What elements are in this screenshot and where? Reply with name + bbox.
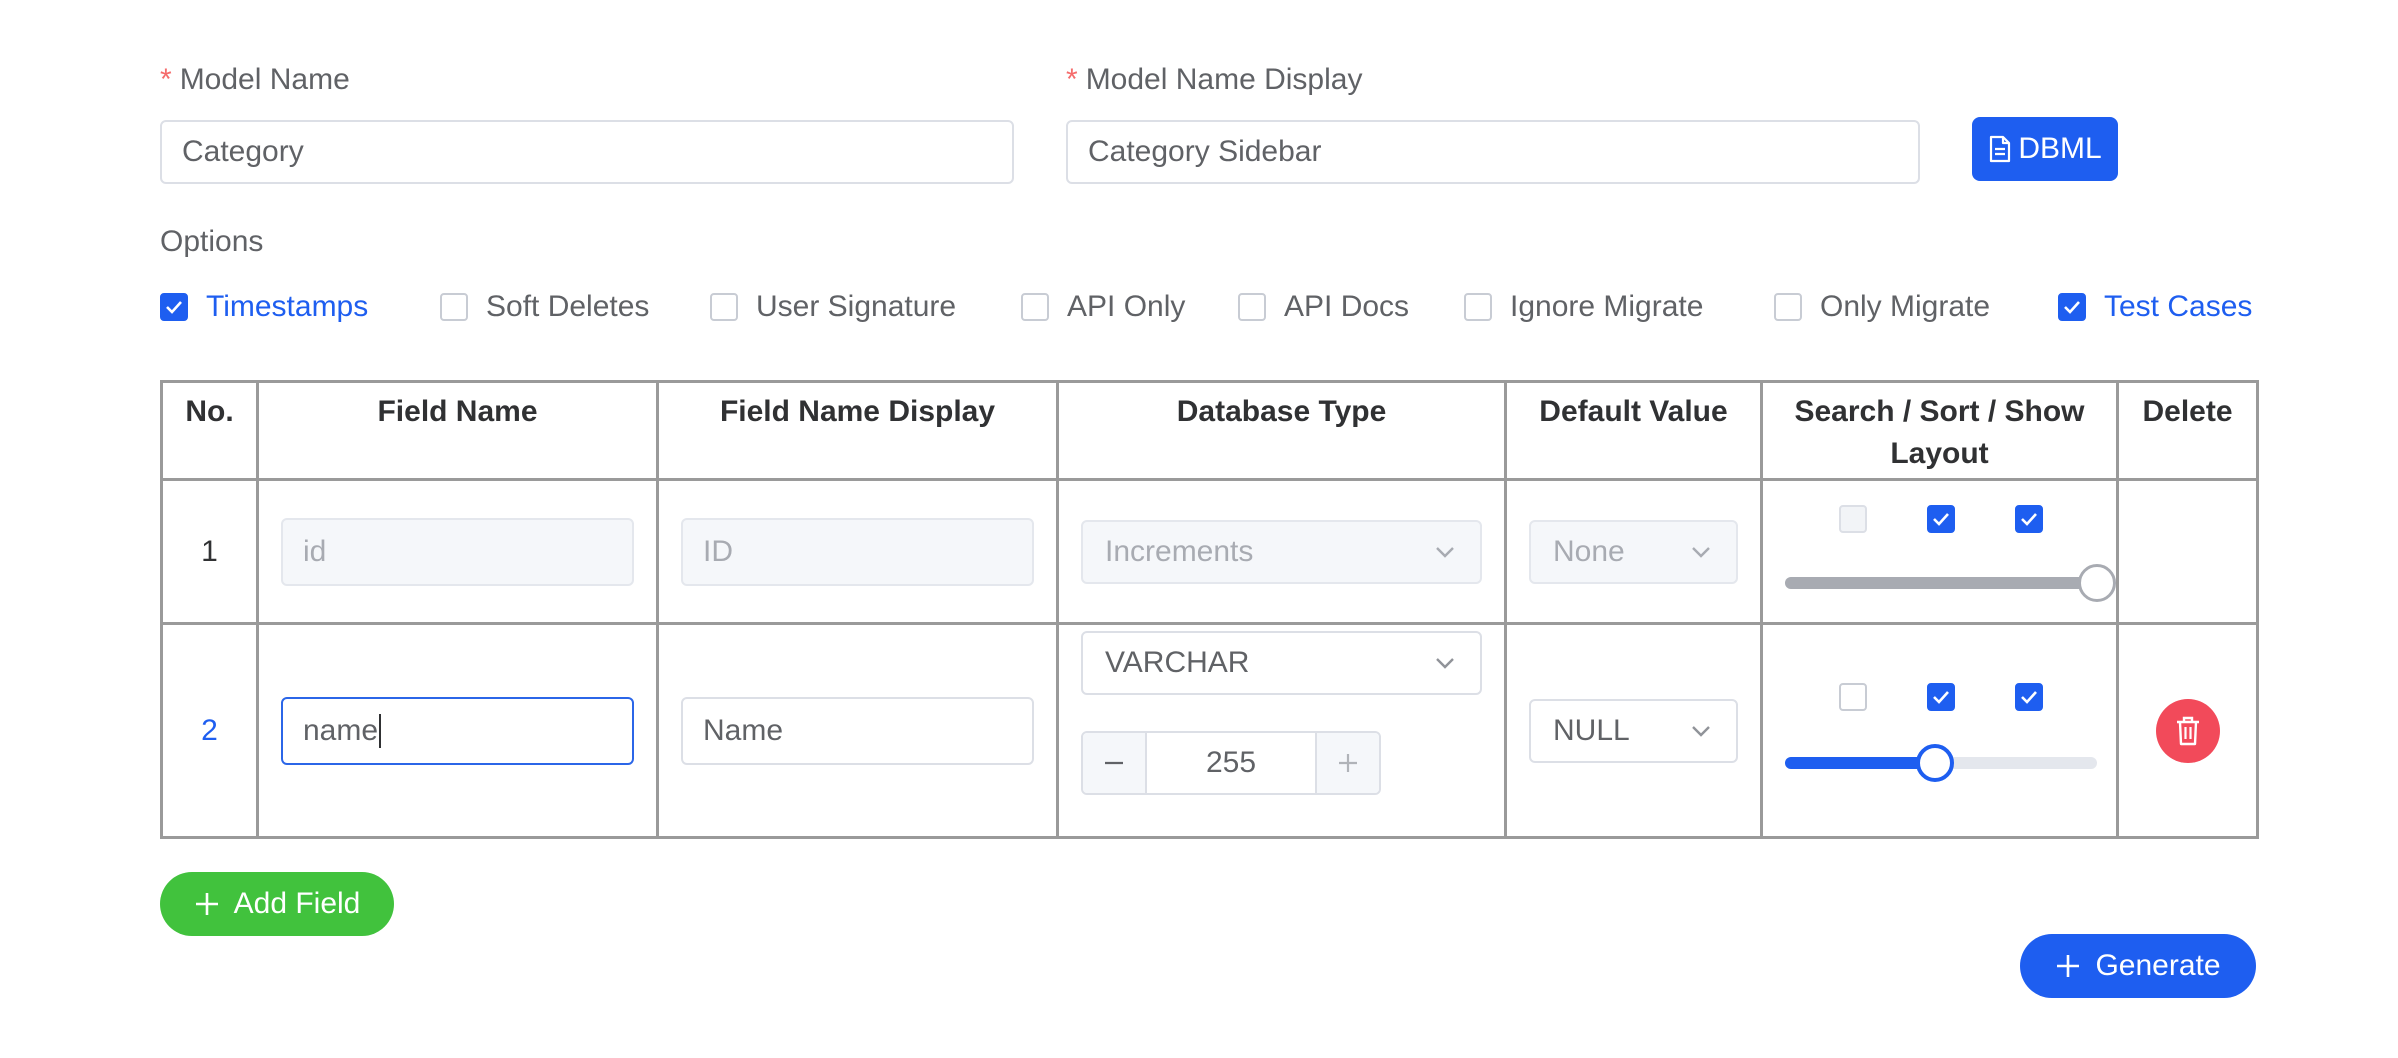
header-field-name-display: Field Name Display [656,380,1059,481]
text-cursor [379,713,382,748]
default-value-select[interactable]: NULL [1529,698,1738,763]
add-field-button[interactable]: Add Field [160,872,394,936]
options-title: Options [160,225,264,258]
header-default-value: Default Value [1504,380,1763,481]
layout-slider-fill [1785,577,2097,589]
database-type-cell: Increments [1056,478,1507,625]
layout-slider-handle[interactable] [2078,564,2116,602]
plus-icon[interactable] [1317,733,1379,793]
document-icon [1990,135,2011,163]
option-ignore-migrate[interactable]: Ignore Migrate [1464,290,1703,324]
header-no: No. [160,380,259,481]
default-value-cell: NULL [1504,622,1763,839]
length-stepper[interactable]: 255 [1081,731,1381,795]
length-value[interactable]: 255 [1145,733,1317,793]
field-name-display-input[interactable]: ID [681,517,1034,586]
checkbox-icon[interactable] [1464,293,1492,321]
model-name-display-label: * Model Name Display [1066,63,1363,96]
field-name-input[interactable]: id [281,517,634,586]
checkbox-icon[interactable] [1774,293,1802,321]
checkbox-icon[interactable] [710,293,738,321]
minus-icon[interactable] [1083,733,1145,793]
checkbox-icon[interactable] [1238,293,1266,321]
option-timestamps[interactable]: Timestamps [160,290,368,324]
delete-button[interactable] [2155,698,2220,763]
model-name-label: * Model Name [160,63,350,96]
option-api-docs[interactable]: API Docs [1238,290,1409,324]
table-header-row: No. Field Name Field Name Display Databa… [160,380,2259,481]
database-type-cell: VARCHAR 255 [1056,622,1507,839]
option-api-only[interactable]: API Only [1021,290,1185,324]
layout-slider[interactable] [1785,564,2116,602]
layout-slider[interactable] [1785,744,2097,782]
search-checkbox[interactable] [1839,505,1867,533]
field-name-cell: name [256,622,659,839]
database-type-select[interactable]: Increments [1081,519,1482,584]
header-delete: Delete [2116,380,2259,481]
trash-icon [2176,716,2199,745]
generate-button[interactable]: Generate [2020,934,2256,998]
plus-icon [195,893,218,915]
table-row: 1 id ID Increments None [160,478,2259,625]
checkbox-icon[interactable] [2058,293,2086,321]
plus-icon [2057,955,2080,977]
sort-checkbox[interactable] [1927,505,1955,533]
chevron-down-icon [1436,546,1454,558]
layout-slider-fill [1785,757,1935,769]
header-field-name: Field Name [256,380,659,481]
field-name-display-input[interactable]: Name [681,696,1034,765]
chevron-down-icon [1692,725,1710,737]
row-number: 2 [160,622,259,839]
option-soft-deletes[interactable]: Soft Deletes [440,290,649,324]
table-row: 2 name Name VARCHAR 255 NULL [160,622,2259,839]
delete-cell [2116,622,2259,839]
checkbox-icon[interactable] [160,293,188,321]
search-sort-show-cell [1760,622,2119,839]
search-sort-show-cell [1760,478,2119,625]
field-name-cell: id [256,478,659,625]
sort-checkbox[interactable] [1927,683,1955,711]
option-only-migrate[interactable]: Only Migrate [1774,290,1990,324]
show-checkbox[interactable] [2015,505,2043,533]
default-value-cell: None [1504,478,1763,625]
model-name-display-input[interactable] [1066,120,1920,184]
row-number: 1 [160,478,259,625]
dbml-button[interactable]: DBML [1972,117,2118,181]
option-test-cases[interactable]: Test Cases [2058,290,2252,324]
option-user-signature[interactable]: User Signature [710,290,956,324]
field-name-display-cell: ID [656,478,1059,625]
database-type-select[interactable]: VARCHAR [1081,631,1482,695]
header-search-sort-show-layout: Search / Sort / Show Layout [1760,380,2119,481]
chevron-down-icon [1436,658,1454,669]
checkbox-icon[interactable] [1021,293,1049,321]
delete-cell [2116,478,2259,625]
checkbox-icon[interactable] [440,293,468,321]
chevron-down-icon [1692,546,1710,558]
search-checkbox[interactable] [1839,683,1867,711]
show-checkbox[interactable] [2015,683,2043,711]
model-name-input[interactable] [160,120,1014,184]
layout-slider-handle[interactable] [1915,744,1954,782]
fields-table: No. Field Name Field Name Display Databa… [160,380,2259,839]
default-value-select[interactable]: None [1529,519,1738,584]
field-name-input[interactable]: name [281,696,634,765]
header-database-type: Database Type [1056,380,1507,481]
field-name-display-cell: Name [656,622,1059,839]
